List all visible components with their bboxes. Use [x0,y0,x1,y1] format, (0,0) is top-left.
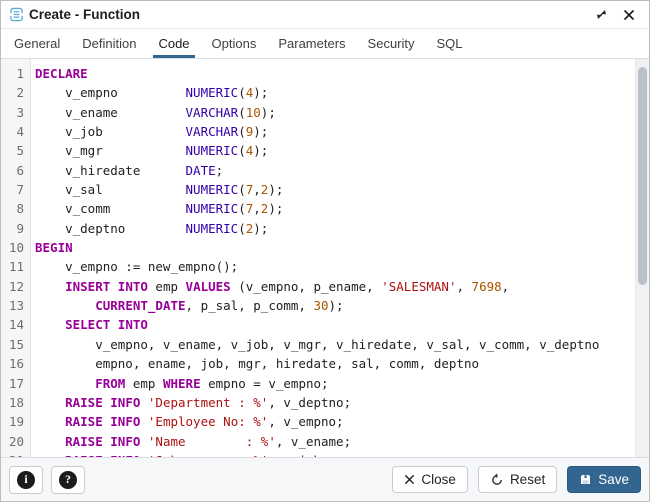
code-line: v_deptno NUMERIC(2); [35,219,633,238]
scrollbar-thumb[interactable] [638,67,647,285]
titlebar: Create - Function [1,1,649,29]
code-line: SELECT INTO [35,315,633,334]
close-button-label: Close [421,472,456,487]
code-editor[interactable]: 123456789101112131415161718192021 DECLAR… [1,59,649,457]
save-icon [579,473,592,486]
line-number: 10 [1,238,30,257]
save-button-label: Save [598,472,629,487]
tab-parameters[interactable]: Parameters [267,29,356,58]
info-icon: i [17,471,35,489]
code-pane[interactable]: DECLARE v_empno NUMERIC(4); v_ename VARC… [31,59,649,457]
line-number: 8 [1,199,30,218]
code-line: v_mgr NUMERIC(4); [35,141,633,160]
code-line: v_comm NUMERIC(7,2); [35,199,633,218]
reset-button[interactable]: Reset [478,466,557,493]
tab-code[interactable]: Code [147,29,200,58]
line-number: 20 [1,432,30,451]
code-line: RAISE INFO 'Name : %', v_ename; [35,432,633,451]
line-number: 5 [1,141,30,160]
footer: i ? Close Reset Save [1,457,649,501]
line-number: 9 [1,219,30,238]
code-line: v_job VARCHAR(9); [35,122,633,141]
reset-button-label: Reset [510,472,545,487]
dialog-title: Create - Function [29,7,583,22]
line-number: 16 [1,354,30,373]
code-line: v_sal NUMERIC(7,2); [35,180,633,199]
code-line: CURRENT_DATE, p_sal, p_comm, 30); [35,296,633,315]
line-number: 19 [1,412,30,431]
reset-icon [490,473,504,487]
line-number: 15 [1,335,30,354]
code-line: INSERT INTO emp VALUES (v_empno, p_ename… [35,277,633,296]
code-line: v_empno NUMERIC(4); [35,83,633,102]
code-line: RAISE INFO 'Employee No: %', v_empno; [35,412,633,431]
tab-general[interactable]: General [3,29,71,58]
tab-security[interactable]: Security [357,29,426,58]
function-icon [9,7,24,22]
tab-options[interactable]: Options [201,29,268,58]
expand-icon[interactable] [591,5,611,25]
line-number: 12 [1,277,30,296]
tab-definition[interactable]: Definition [71,29,147,58]
close-button[interactable]: Close [392,466,468,493]
code-line: empno, ename, job, mgr, hiredate, sal, c… [35,354,633,373]
info-button[interactable]: i [9,466,43,494]
tab-sql[interactable]: SQL [426,29,474,58]
code-line: RAISE INFO 'Department : %', v_deptno; [35,393,633,412]
line-number: 3 [1,103,30,122]
line-number-gutter: 123456789101112131415161718192021 [1,59,31,457]
help-button[interactable]: ? [51,466,85,494]
line-number: 14 [1,315,30,334]
line-number: 4 [1,122,30,141]
code-line: DECLARE [35,64,633,83]
code-line: BEGIN [35,238,633,257]
code-line: FROM emp WHERE empno = v_empno; [35,374,633,393]
line-number: 13 [1,296,30,315]
line-number: 7 [1,180,30,199]
code-line: v_hiredate DATE; [35,161,633,180]
line-number: 21 [1,451,30,457]
line-number: 18 [1,393,30,412]
line-number: 11 [1,257,30,276]
line-number: 1 [1,64,30,83]
line-number: 6 [1,161,30,180]
line-number: 2 [1,83,30,102]
create-function-dialog: Create - Function GeneralDefinitionCodeO… [0,0,650,502]
code-line: v_empno := new_empno(); [35,257,633,276]
tab-bar: GeneralDefinitionCodeOptionsParametersSe… [1,29,649,59]
code-line: v_ename VARCHAR(10); [35,103,633,122]
code-line: RAISE INFO 'Job : %', v_job; [35,451,633,457]
line-number: 17 [1,374,30,393]
help-icon: ? [59,471,77,489]
code-line: v_empno, v_ename, v_job, v_mgr, v_hireda… [35,335,633,354]
vertical-scrollbar[interactable] [635,59,649,457]
close-x-icon [404,474,415,485]
save-button[interactable]: Save [567,466,641,493]
close-icon[interactable] [619,5,639,25]
